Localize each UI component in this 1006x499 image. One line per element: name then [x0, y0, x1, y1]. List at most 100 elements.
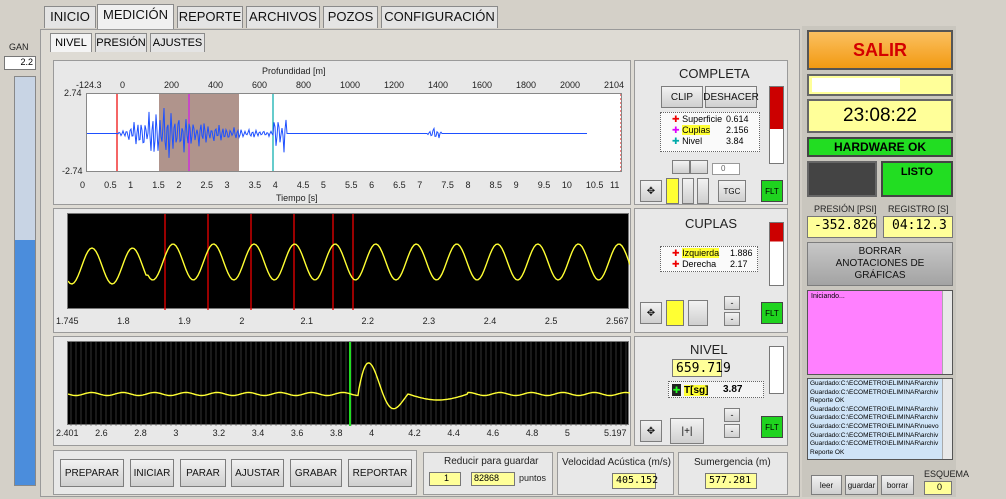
legend-cuplas: ✚ Cuplas	[672, 125, 711, 135]
tick-label: 10.5	[585, 180, 604, 190]
salir-button[interactable]: SALIR	[807, 30, 953, 70]
completa-toggle-3[interactable]	[697, 178, 709, 204]
tick-label: 1400	[428, 80, 449, 90]
tick-label: 5.197	[604, 428, 627, 438]
presion-value: -352.826	[807, 216, 877, 238]
tick-label: 3.2	[212, 428, 226, 438]
left-arrow-button[interactable]	[672, 160, 690, 174]
subtab-presion[interactable]: PRESIÓN	[95, 33, 147, 52]
leer-button[interactable]: leer	[811, 475, 842, 495]
tab-pozos[interactable]: POZOS	[323, 6, 378, 28]
cuplas-flt-button[interactable]: FLT	[761, 302, 783, 324]
plot1-top-title: Profundidad [m]	[262, 66, 326, 76]
ajustar-button[interactable]: AJUSTAR	[231, 459, 284, 487]
log-entry: Guardado:C:\ECOMETRO\ELIMINAR\archiv	[810, 414, 939, 422]
tick-label: 5	[320, 180, 326, 190]
derecha-value: 2.17	[730, 259, 748, 269]
gain-input[interactable]: 2.2	[4, 56, 36, 70]
nivel-value: 659.719	[672, 359, 731, 377]
parar-button[interactable]: PARAR	[180, 459, 226, 487]
tick-label: 2.1	[300, 316, 313, 326]
cuplas-indicator	[769, 222, 784, 286]
cuplas-plus-button[interactable]: -	[724, 296, 740, 310]
completa-toggle-2[interactable]	[682, 178, 694, 204]
velocidad-label: Velocidad Acústica (m/s)	[562, 457, 671, 468]
subtab-nivel[interactable]: NIVEL	[50, 33, 92, 52]
tick-label: 3.8	[330, 428, 343, 438]
tab-reporte[interactable]: REPORTE	[177, 6, 243, 28]
plot1-ymin: -2.74	[62, 166, 83, 176]
tgc-button[interactable]: TGC	[718, 180, 746, 202]
cuplas-crosshair-icon[interactable]: ✥	[640, 302, 662, 324]
tick-label: 200	[164, 80, 180, 90]
tick-label: 600	[252, 80, 268, 90]
registro-value: 04:12.3	[883, 216, 953, 238]
crosshair-icon[interactable]: ✥	[640, 180, 662, 202]
tick-label: 9.5	[537, 180, 551, 190]
tick-label: 4	[272, 180, 278, 190]
completa-yellow-toggle[interactable]	[666, 178, 679, 204]
plot1-canvas[interactable]	[86, 93, 622, 172]
cuplas-toggle-2[interactable]	[688, 300, 708, 326]
guardar-button[interactable]: guardar	[845, 475, 878, 495]
completa-flt-button[interactable]: FLT	[761, 180, 783, 202]
esquema-spin[interactable]: 0	[924, 481, 952, 495]
cuplas-title: CUPLAS	[685, 216, 738, 231]
nivel-flt-button[interactable]: FLT	[761, 416, 783, 438]
tick-label: 4	[369, 428, 375, 438]
velocidad-value: 405.152	[612, 473, 658, 489]
reportar-button[interactable]: REPORTAR	[348, 459, 412, 487]
deshacer-button[interactable]: DESHACER	[703, 86, 759, 108]
log-box[interactable]: Guardado:C:\ECOMETRO\ELIMINAR\archiv Guar…	[807, 378, 953, 460]
tick-label: 3	[224, 180, 230, 190]
tick-label: 1.8	[117, 316, 130, 326]
nivel-down-button[interactable]: -	[724, 424, 740, 438]
subtab-ajustes[interactable]: AJUSTES	[150, 33, 205, 52]
log-entry: Reporte OK	[810, 397, 845, 405]
grabar-button[interactable]: GRABAR	[290, 459, 342, 487]
tab-archivos[interactable]: ARCHIVOS	[246, 6, 320, 28]
tick-label: 5.5	[345, 180, 358, 190]
tab-configuracion[interactable]: CONFIGURACIÓN	[381, 6, 498, 28]
plot3-canvas[interactable]	[67, 341, 631, 426]
tick-label: 2.401	[56, 428, 79, 438]
nivel-up-button[interactable]: -	[724, 408, 740, 422]
tick-label: 1600	[472, 80, 493, 90]
tick-label: 2.3	[422, 316, 436, 326]
iniciar-button[interactable]: INICIAR	[130, 459, 174, 487]
borrar-small-button[interactable]: borrar	[881, 475, 914, 495]
gain-label: GAN	[9, 42, 29, 52]
completa-indicator	[769, 86, 784, 164]
cursor-marker-icon: ✚	[672, 384, 681, 396]
tick-label: 2.4	[483, 316, 497, 326]
tab-medicion[interactable]: MEDICIÓN	[97, 4, 174, 29]
tick-label: 2.5	[200, 180, 213, 190]
plot2-canvas[interactable]	[67, 213, 631, 310]
cuplas-minus-button[interactable]: -	[724, 312, 740, 326]
tick-label: 3.4	[251, 428, 265, 438]
tick-label: 4.8	[525, 428, 539, 438]
tick-label: 800	[296, 80, 312, 90]
nivel-crosshair-icon[interactable]: ✥	[640, 420, 662, 442]
legend-derecha: ✚ Derecha	[672, 259, 717, 269]
nivel-cursor-button[interactable]: |+|	[670, 418, 704, 444]
right-arrow-button[interactable]	[690, 160, 708, 174]
preparar-button[interactable]: PREPARAR	[60, 459, 124, 487]
tick-label: 0.5	[104, 180, 117, 190]
gain-slider[interactable]	[14, 76, 36, 486]
reducir-spin-input[interactable]: 1	[429, 472, 461, 486]
cuplas-yellow-toggle[interactable]	[666, 300, 684, 326]
tick-label: 2.6	[95, 428, 108, 438]
plot1-bottom-title: Tiempo [s]	[276, 193, 318, 203]
tick-label: 0	[80, 180, 86, 190]
tick-label: 7	[417, 180, 423, 190]
tab-inicio[interactable]: INICIO	[44, 6, 96, 28]
tick-label: 400	[208, 80, 224, 90]
registro-label: REGISTRO [S]	[888, 204, 949, 214]
tick-label: 2.8	[134, 428, 147, 438]
completa-spin[interactable]: 0	[712, 163, 740, 175]
borrar-anotaciones-button[interactable]: BORRAR ANOTACIONES DE GRÁFICAS	[807, 242, 953, 286]
hardware-status: HARDWARE OK	[807, 137, 953, 157]
t-sg-value: 3.87	[723, 384, 743, 395]
clip-button[interactable]: CLIP	[661, 86, 703, 108]
